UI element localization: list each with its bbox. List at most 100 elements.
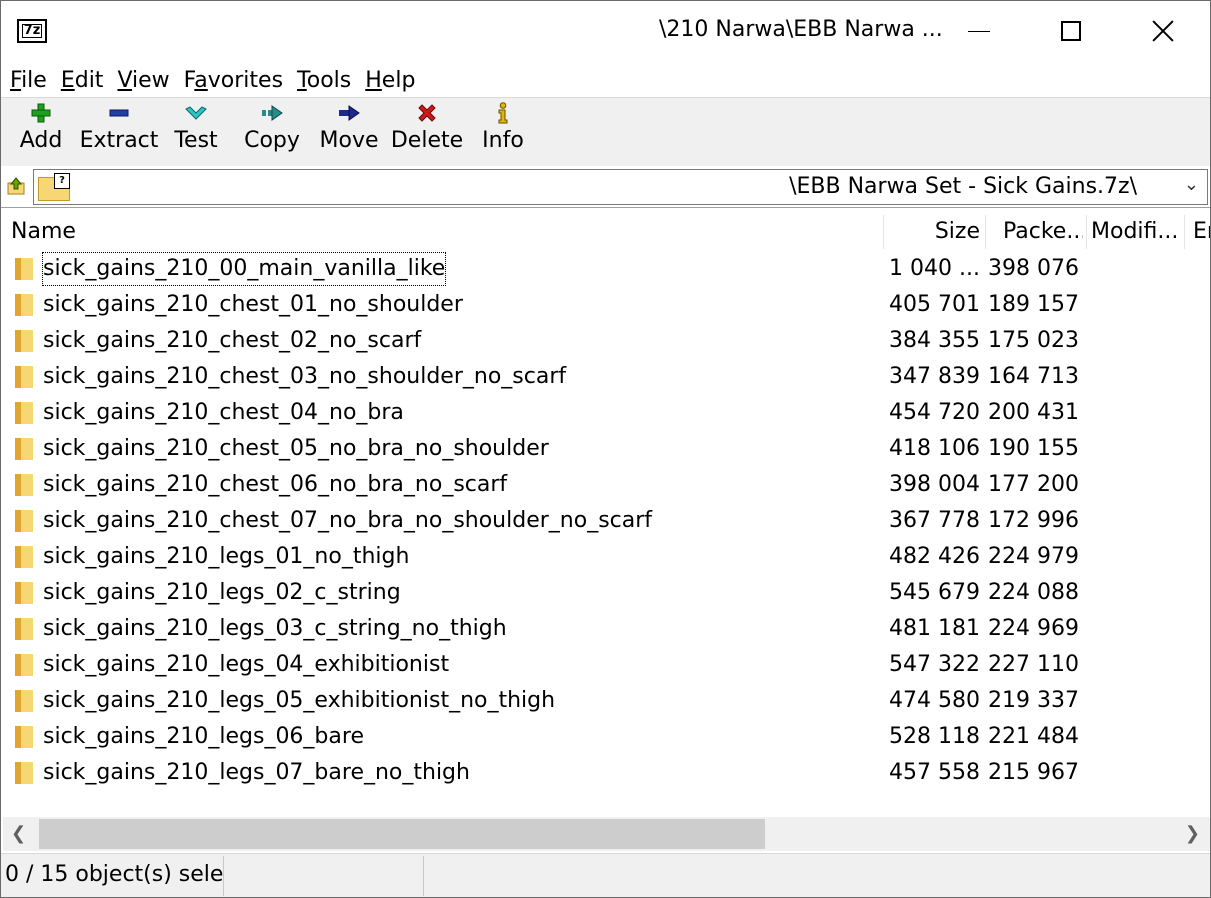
file-size: 482 426 [889, 544, 980, 569]
file-name: sick_gains_210_chest_04_no_bra [43, 400, 404, 425]
file-name: sick_gains_210_legs_07_bare_no_thigh [43, 760, 470, 785]
file-size: 481 181 [889, 616, 980, 641]
folder-icon [15, 690, 33, 712]
status-divider [223, 856, 224, 896]
window-title: \210 Narwa\EBB Narwa ... [659, 17, 943, 42]
file-packed-size: 398 076 [988, 256, 1079, 281]
menu-view[interactable]: View [117, 68, 169, 93]
file-size: 347 839 [889, 364, 980, 389]
column-header: Name Size Packe... Modifi... Er [3, 211, 1210, 251]
file-name: sick_gains_210_legs_06_bare [43, 724, 364, 749]
file-packed-size: 224 088 [988, 580, 1079, 605]
column-divider[interactable] [1184, 215, 1185, 249]
menu-favorites[interactable]: Favorites [184, 68, 283, 93]
column-divider[interactable] [985, 215, 986, 249]
copy-label: Copy [244, 128, 300, 153]
menu-file[interactable]: File [10, 68, 47, 93]
chevron-down-icon[interactable]: ⌄ [1184, 174, 1199, 195]
parent-folder-button[interactable] [7, 177, 27, 197]
column-encrypted[interactable]: Er [1193, 211, 1210, 251]
file-name: sick_gains_210_chest_03_no_shoulder_no_s… [43, 364, 567, 389]
scrollbar-thumb[interactable] [39, 819, 765, 849]
file-size: 528 118 [889, 724, 980, 749]
table-row[interactable]: sick_gains_210_chest_02_no_scarf 384 355 1… [3, 323, 1210, 359]
folder-icon [15, 402, 33, 424]
menu-tools[interactable]: Tools [297, 68, 351, 93]
table-row[interactable]: sick_gains_210_00_main_vanilla_like 1 040… [3, 251, 1210, 287]
folder-icon [15, 618, 33, 640]
scroll-left-icon[interactable]: ❮ [11, 823, 26, 844]
table-row[interactable]: sick_gains_210_legs_01_no_thigh 482 426 22… [3, 539, 1210, 575]
file-name: sick_gains_210_00_main_vanilla_like [41, 252, 447, 286]
table-row[interactable]: sick_gains_210_chest_04_no_bra 454 720 200… [3, 395, 1210, 431]
table-row[interactable]: sick_gains_210_chest_05_no_bra_no_should… [3, 431, 1210, 467]
file-name: sick_gains_210_legs_04_exhibitionist [43, 652, 450, 677]
table-row[interactable]: sick_gains_210_legs_05_exhibitionist_no_… [3, 683, 1210, 719]
file-packed-size: 190 155 [988, 436, 1079, 461]
test-label: Test [174, 128, 218, 153]
table-row[interactable]: sick_gains_210_chest_07_no_bra_no_should… [3, 503, 1210, 539]
file-size: 545 679 [889, 580, 980, 605]
column-size[interactable]: Size [885, 211, 980, 251]
file-packed-size: 224 969 [988, 616, 1079, 641]
extract-label: Extract [79, 128, 159, 153]
file-name: sick_gains_210_legs_03_c_string_no_thigh [43, 616, 507, 641]
address-bar: ? \EBB Narwa Set - Sick Gains.7z\ ⌄ [1, 167, 1210, 208]
copy-button[interactable]: Copy [243, 102, 301, 162]
file-name: sick_gains_210_chest_01_no_shoulder [43, 292, 463, 317]
file-list[interactable]: Name Size Packe... Modifi... Er sick_gai… [3, 211, 1210, 817]
column-name[interactable]: Name [11, 211, 881, 251]
column-packed[interactable]: Packe... [1003, 211, 1083, 251]
scroll-right-icon[interactable]: ❯ [1185, 823, 1200, 844]
column-divider[interactable] [883, 215, 884, 249]
app-7z-icon[interactable]: 7z [17, 19, 47, 43]
info-button[interactable]: Info [481, 102, 525, 162]
add-button[interactable]: Add [19, 102, 63, 162]
folder-icon [15, 366, 33, 388]
column-modified[interactable]: Modifi... [1091, 211, 1181, 251]
file-packed-size: 200 431 [988, 400, 1079, 425]
column-divider[interactable] [1086, 215, 1087, 249]
delete-button[interactable]: Delete [391, 102, 463, 162]
test-button[interactable]: Test [173, 102, 219, 162]
move-button[interactable]: Move [318, 102, 380, 162]
table-row[interactable]: sick_gains_210_legs_07_bare_no_thigh 457 … [3, 755, 1210, 791]
file-name: sick_gains_210_chest_02_no_scarf [43, 328, 422, 353]
folder-icon [15, 582, 33, 604]
minimize-button[interactable] [933, 1, 1025, 61]
file-packed-size: 175 023 [988, 328, 1079, 353]
file-size: 384 355 [889, 328, 980, 353]
table-row[interactable]: sick_gains_210_legs_03_c_string_no_thigh… [3, 611, 1210, 647]
table-row[interactable]: sick_gains_210_legs_02_c_string 545 679 22… [3, 575, 1210, 611]
title-bar[interactable]: 7z \210 Narwa\EBB Narwa ... [1, 1, 1210, 61]
toolbar: Add Extract Test Copy Move Delete Info [1, 98, 1210, 166]
address-field[interactable]: ? \EBB Narwa Set - Sick Gains.7z\ ⌄ [33, 169, 1208, 205]
menu-edit[interactable]: Edit [61, 68, 104, 93]
close-button[interactable] [1117, 1, 1209, 61]
table-row[interactable]: sick_gains_210_legs_06_bare 528 118 221 48… [3, 719, 1210, 755]
file-size: 418 106 [889, 436, 980, 461]
address-path: \EBB Narwa Set - Sick Gains.7z\ [789, 174, 1137, 199]
file-packed-size: 227 110 [988, 652, 1079, 677]
move-arrow-icon [338, 102, 360, 124]
table-row[interactable]: sick_gains_210_chest_01_no_shoulder 405 7… [3, 287, 1210, 323]
delete-label: Delete [390, 128, 464, 153]
table-row[interactable]: sick_gains_210_legs_04_exhibitionist 547 … [3, 647, 1210, 683]
maximize-button[interactable] [1025, 1, 1117, 61]
check-icon [185, 102, 207, 124]
folder-icon [15, 546, 33, 568]
menu-bar: File Edit View Favorites Tools Help [1, 63, 1210, 97]
horizontal-scrollbar[interactable]: ❮ ❯ [3, 817, 1210, 851]
menu-help[interactable]: Help [365, 68, 415, 93]
copy-arrow-icon [261, 102, 283, 124]
file-size: 474 580 [889, 688, 980, 713]
extract-button[interactable]: Extract [80, 102, 158, 162]
plus-icon [30, 102, 52, 124]
minimize-icon [968, 30, 990, 32]
folder-icon [15, 510, 33, 532]
file-size: 405 701 [889, 292, 980, 317]
file-packed-size: 189 157 [988, 292, 1079, 317]
table-row[interactable]: sick_gains_210_chest_03_no_shoulder_no_s… [3, 359, 1210, 395]
table-row[interactable]: sick_gains_210_chest_06_no_bra_no_scarf 3… [3, 467, 1210, 503]
file-size: 547 322 [889, 652, 980, 677]
